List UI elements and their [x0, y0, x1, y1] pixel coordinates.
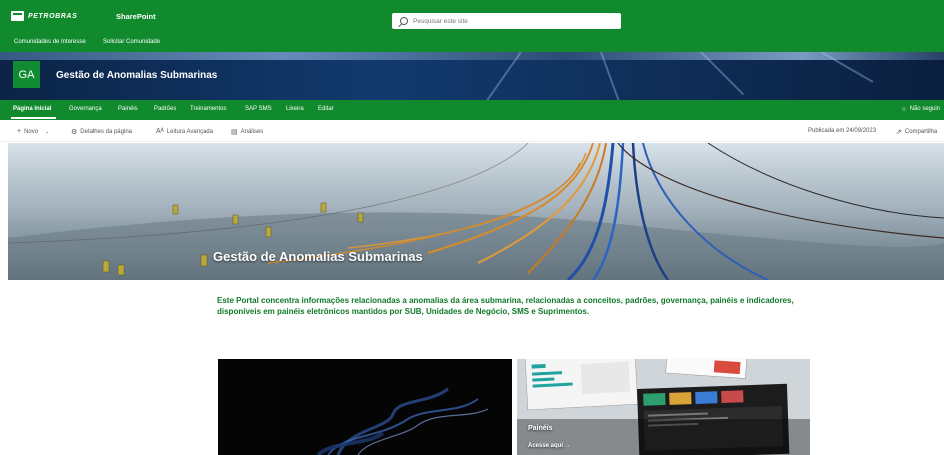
nav-pagina-inicial[interactable]: Página Inicial: [13, 106, 51, 112]
petrobras-logo[interactable]: PETROBRAS: [11, 11, 77, 21]
star-icon: ☆: [901, 107, 907, 113]
intro-text: Este Portal concentra informações relaci…: [217, 296, 794, 316]
nav-lixeira[interactable]: Lixeira: [286, 106, 304, 112]
share-icon: ⇗: [896, 129, 902, 136]
new-label: Novo: [24, 128, 39, 135]
page-details-button[interactable]: ⚙ Detalhes da página: [71, 128, 132, 136]
card-paineis-link[interactable]: Acesse aqui →: [528, 443, 571, 449]
hub-navigation: Comunidades de Interesse Solicitar Comun…: [0, 32, 944, 52]
site-navigation: Página Inicial Governança Painéis Padrõe…: [0, 100, 944, 120]
chevron-down-icon: ⌄: [45, 128, 50, 135]
hub-link-solicitar[interactable]: Solicitar Comunidade: [103, 39, 160, 45]
analytics-label: Análises: [240, 129, 264, 135]
site-search-box[interactable]: Pesquisar este site: [392, 13, 621, 29]
search-icon: [400, 17, 408, 25]
gear-icon: ⚙: [71, 129, 78, 136]
site-title[interactable]: Gestão de Anomalias Submarinas: [56, 70, 217, 81]
brand-text: PETROBRAS: [28, 12, 78, 20]
chart-icon: ▤: [231, 129, 238, 136]
hero-image: [8, 143, 944, 280]
smoke-illustration: [316, 387, 489, 455]
banner-decoration: [0, 52, 944, 60]
site-logo[interactable]: GA: [13, 61, 40, 88]
new-button[interactable]: + Novo ⌄: [17, 128, 49, 135]
app-name-link[interactable]: SharePoint: [116, 12, 156, 21]
published-label: Publicada em 24/09/2023: [808, 128, 877, 134]
site-header-banner: GA Gestão de Anomalias Submarinas: [0, 52, 944, 100]
card-paineis-title[interactable]: Painéis: [528, 425, 553, 432]
immersive-reader-button[interactable]: Aᴬ Leitura Avançada: [156, 128, 213, 135]
published-status: Publicada em 24/09/2023: [808, 128, 876, 134]
dashboard-illustration: [517, 359, 810, 455]
immersive-reader-label: Leitura Avançada: [166, 128, 214, 135]
share-label: Compartilha: [904, 129, 938, 135]
command-bar: + Novo ⌄ ⚙ Detalhes da página Aᴬ Leitura…: [0, 120, 944, 142]
follow-button[interactable]: ☆ Não seguin: [901, 106, 940, 113]
nav-governanca[interactable]: Governança: [69, 106, 102, 112]
plus-icon: +: [17, 128, 22, 135]
subsea-illustration: [8, 143, 944, 280]
nav-paineis[interactable]: Painéis: [118, 106, 138, 112]
active-nav-indicator: [11, 117, 56, 119]
card-video-tile[interactable]: [218, 359, 512, 455]
analytics-button[interactable]: ▤ Análises: [231, 128, 263, 136]
search-placeholder: Pesquisar este site: [413, 17, 468, 25]
nav-sap-sms[interactable]: SAP SMS: [245, 106, 272, 112]
page-details-label: Detalhes da página: [80, 129, 132, 135]
share-button[interactable]: ⇗ Compartilha: [896, 128, 937, 136]
hero-title: Gestão de Anomalias Submarinas: [213, 249, 423, 264]
suite-bar: PETROBRAS SharePoint Pesquisar este site: [0, 0, 944, 32]
petrobras-logo-icon: [11, 11, 24, 21]
hub-link-comunidades[interactable]: Comunidades de Interesse: [14, 39, 86, 45]
nav-padroes[interactable]: Padrões: [154, 106, 176, 112]
nav-treinamentos[interactable]: Treinamentos: [190, 106, 226, 112]
card-paineis[interactable]: [517, 359, 810, 455]
reader-icon: Aᴬ: [156, 128, 164, 135]
follow-label: Não seguin: [909, 106, 940, 112]
sharepoint-page: PETROBRAS SharePoint Pesquisar este site…: [0, 0, 944, 455]
nav-editar[interactable]: Editar: [318, 106, 334, 112]
